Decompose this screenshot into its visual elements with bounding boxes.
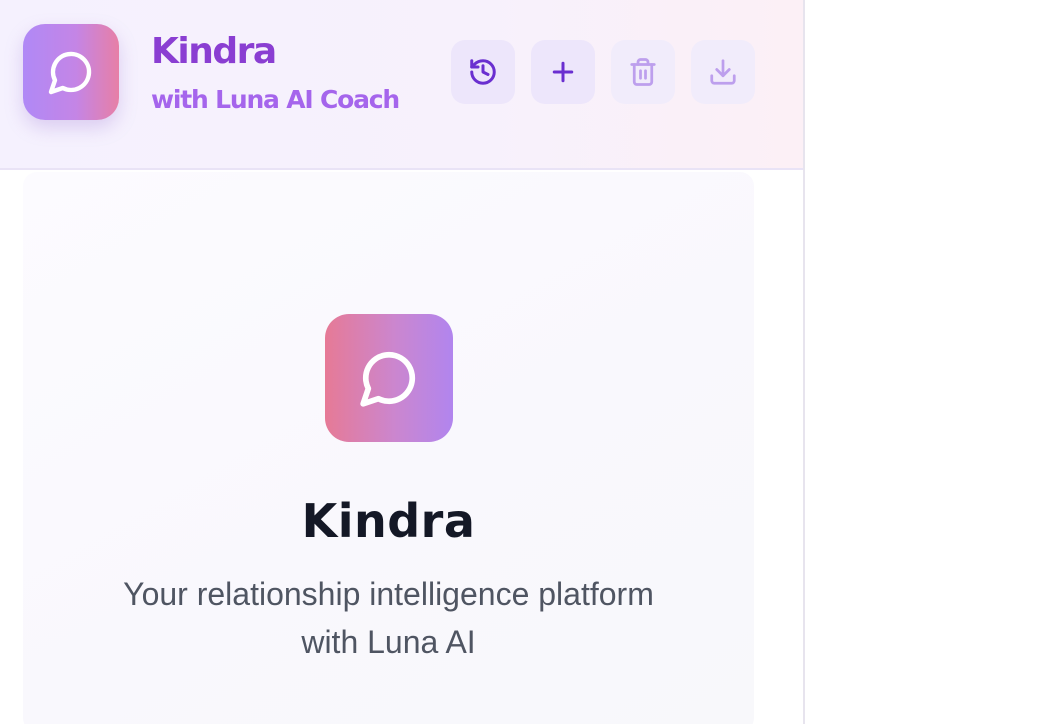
app-title: Kindra (151, 31, 277, 72)
chat-bubble-icon (48, 51, 92, 95)
history-icon (470, 59, 496, 85)
delete-button[interactable] (611, 40, 675, 104)
welcome-card: Kindra Your relationship intelligence pl… (23, 172, 754, 724)
welcome-tagline: Your relationship intelligence platform … (23, 570, 754, 666)
welcome-logo (325, 314, 453, 442)
trash-icon (630, 58, 656, 86)
plus-icon (552, 61, 574, 83)
app-subtitle: with Luna AI Coach (151, 85, 400, 114)
export-button[interactable] (691, 40, 755, 104)
chat-bubble-icon (360, 351, 416, 407)
welcome-tagline-line-2: with Luna AI (301, 624, 476, 660)
chat-panel: Kindra with Luna AI Coach Kindra Your re… (0, 0, 805, 724)
download-icon (710, 59, 736, 85)
new-chat-button[interactable] (531, 40, 595, 104)
app-header: Kindra with Luna AI Coach (0, 0, 803, 170)
welcome-title: Kindra (301, 494, 476, 548)
welcome-tagline-line-1: Your relationship intelligence platform (123, 576, 654, 612)
history-button[interactable] (451, 40, 515, 104)
empty-side-area (805, 0, 1038, 724)
app-logo (23, 24, 119, 120)
